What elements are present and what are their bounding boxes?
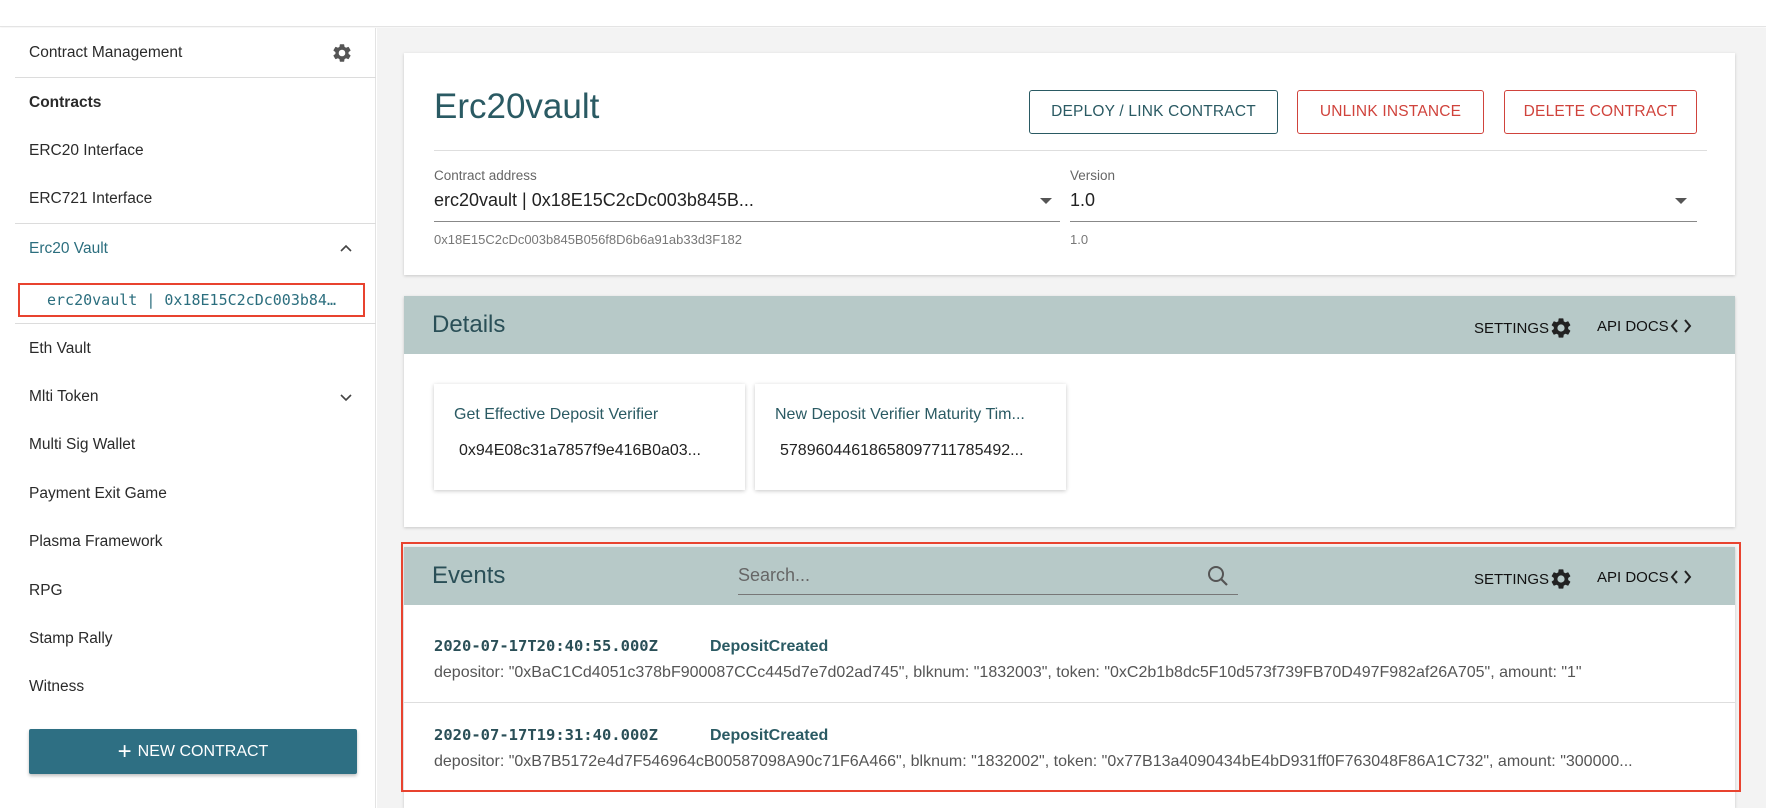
sidebar-item-mlti-token[interactable]: Mlti Token <box>15 372 376 421</box>
tile-title: New Deposit Verifier Maturity Tim... <box>775 406 1025 423</box>
version-helper: 1.0 <box>1070 232 1089 247</box>
tile-title: Get Effective Deposit Verifier <box>454 406 659 423</box>
code-icon <box>1670 570 1691 584</box>
settings-label: SETTINGS <box>1474 319 1550 337</box>
chevron-down-icon[interactable] <box>340 391 352 403</box>
sidebar-item-eth-vault[interactable]: Eth Vault <box>15 324 376 373</box>
top-bar <box>0 0 1766 27</box>
event-name: DepositCreated <box>710 727 829 744</box>
event-name: DepositCreated <box>710 638 829 655</box>
sidebar-header-label: Contract Management <box>29 43 183 61</box>
events-title: Events <box>432 562 506 589</box>
sidebar-item-label: ERC20 Interface <box>29 141 144 159</box>
deploy-link-contract-button[interactable]: DEPLOY / LINK CONTRACT <box>1029 90 1278 134</box>
card-divider <box>434 150 1707 151</box>
sidebar-item-erc20-vault[interactable]: Erc20 Vault <box>15 224 376 273</box>
gear-icon <box>1551 318 1571 338</box>
sidebar: Contract Management Contracts ERC20 Inte… <box>0 28 376 808</box>
sidebar-item-label: Contracts <box>29 93 102 111</box>
sidebar-instance-label: erc20vault | 0x18E15C2cDc003b84… <box>47 291 336 309</box>
contract-address-select[interactable]: erc20vault | 0x18E15C2cDc003b845B... <box>434 190 754 211</box>
new-contract-label: NEW CONTRACT <box>137 742 269 760</box>
sidebar-item-erc721-interface[interactable]: ERC721 Interface <box>15 174 376 223</box>
sidebar-item-label: ERC721 Interface <box>29 189 153 207</box>
contract-address-underline <box>434 221 1060 222</box>
details-title: Details <box>432 311 506 338</box>
tile-value: 57896044618658097711785492... <box>780 442 1024 459</box>
sidebar-item-label: Multi Sig Wallet <box>29 435 136 453</box>
sidebar-header: Contract Management <box>15 28 376 77</box>
unlink-instance-button[interactable]: UNLINK INSTANCE <box>1297 90 1484 134</box>
settings-label: SETTINGS <box>1474 570 1550 588</box>
code-icon <box>1670 319 1691 333</box>
sidebar-item-erc20-interface[interactable]: ERC20 Interface <box>15 126 376 175</box>
plus-icon: + <box>117 737 132 765</box>
api-docs-label: API DOCS <box>1597 317 1669 335</box>
sidebar-item-label: Plasma Framework <box>29 532 163 550</box>
tile-value: 0x94E08c31a7857f9e416B0a03... <box>459 442 701 459</box>
delete-contract-button[interactable]: DELETE CONTRACT <box>1504 90 1697 134</box>
search-input[interactable] <box>738 558 1198 592</box>
gear-icon <box>1551 569 1571 589</box>
dropdown-arrow-icon[interactable] <box>1040 198 1052 204</box>
version-label: Version <box>1070 168 1116 183</box>
sidebar-item-label: RPG <box>29 581 63 599</box>
api-docs-label: API DOCS <box>1597 568 1669 586</box>
gear-icon[interactable] <box>331 42 353 64</box>
dropdown-arrow-icon[interactable] <box>1675 198 1687 204</box>
details-settings-button[interactable]: SETTINGS <box>1474 316 1573 340</box>
event-divider <box>404 702 1735 703</box>
new-contract-button[interactable]: + NEW CONTRACT <box>29 729 357 774</box>
sidebar-item-payment-exit-game[interactable]: Payment Exit Game <box>15 469 376 518</box>
sidebar-item-label: Erc20 Vault <box>29 239 108 257</box>
events-settings-button[interactable]: SETTINGS <box>1474 567 1573 591</box>
event-data: depositor: "0xB7B5172e4d7F546964cB005870… <box>434 753 1633 770</box>
events-search <box>738 558 1238 595</box>
sidebar-item-witness[interactable]: Witness <box>15 662 376 711</box>
sidebar-item-stamp-rally[interactable]: Stamp Rally <box>15 614 376 663</box>
sidebar-item-label: Eth Vault <box>29 339 91 357</box>
sidebar-selected-instance[interactable]: erc20vault | 0x18E15C2cDc003b84… <box>18 283 365 317</box>
contract-address-helper: 0x18E15C2cDc003b845B056f8D6b6a91ab33d3F1… <box>434 232 742 247</box>
sidebar-item-label: Payment Exit Game <box>29 484 167 502</box>
details-tile-effective-deposit-verifier[interactable]: Get Effective Deposit Verifier 0x94E08c3… <box>434 384 745 490</box>
version-underline <box>1070 221 1697 222</box>
details-tile-deposit-verifier-maturity[interactable]: New Deposit Verifier Maturity Tim... 578… <box>755 384 1066 490</box>
sidebar-item-plasma-framework[interactable]: Plasma Framework <box>15 517 376 566</box>
sidebar-item-rpg[interactable]: RPG <box>15 566 376 615</box>
events-api-docs-button[interactable]: API DOCS <box>1597 567 1693 587</box>
contract-address-label: Contract address <box>434 168 537 183</box>
sidebar-item-label: Witness <box>29 677 85 695</box>
sidebar-item-multi-sig-wallet[interactable]: Multi Sig Wallet <box>15 420 376 469</box>
details-api-docs-button[interactable]: API DOCS <box>1597 316 1693 336</box>
sidebar-item-contracts[interactable]: Contracts <box>15 78 376 127</box>
sidebar-item-label: Stamp Rally <box>29 629 113 647</box>
event-data: depositor: "0xBaC1Cd4051c378bF900087CCc4… <box>434 664 1582 681</box>
event-timestamp: 2020-07-17T20:40:55.000Z <box>434 637 658 655</box>
search-icon[interactable] <box>1206 564 1230 588</box>
page-title: Erc20vault <box>434 87 600 126</box>
sidebar-item-label: Mlti Token <box>29 387 99 405</box>
chevron-up-icon[interactable] <box>340 243 352 255</box>
version-select[interactable]: 1.0 <box>1070 190 1095 211</box>
event-timestamp: 2020-07-17T19:31:40.000Z <box>434 726 658 744</box>
